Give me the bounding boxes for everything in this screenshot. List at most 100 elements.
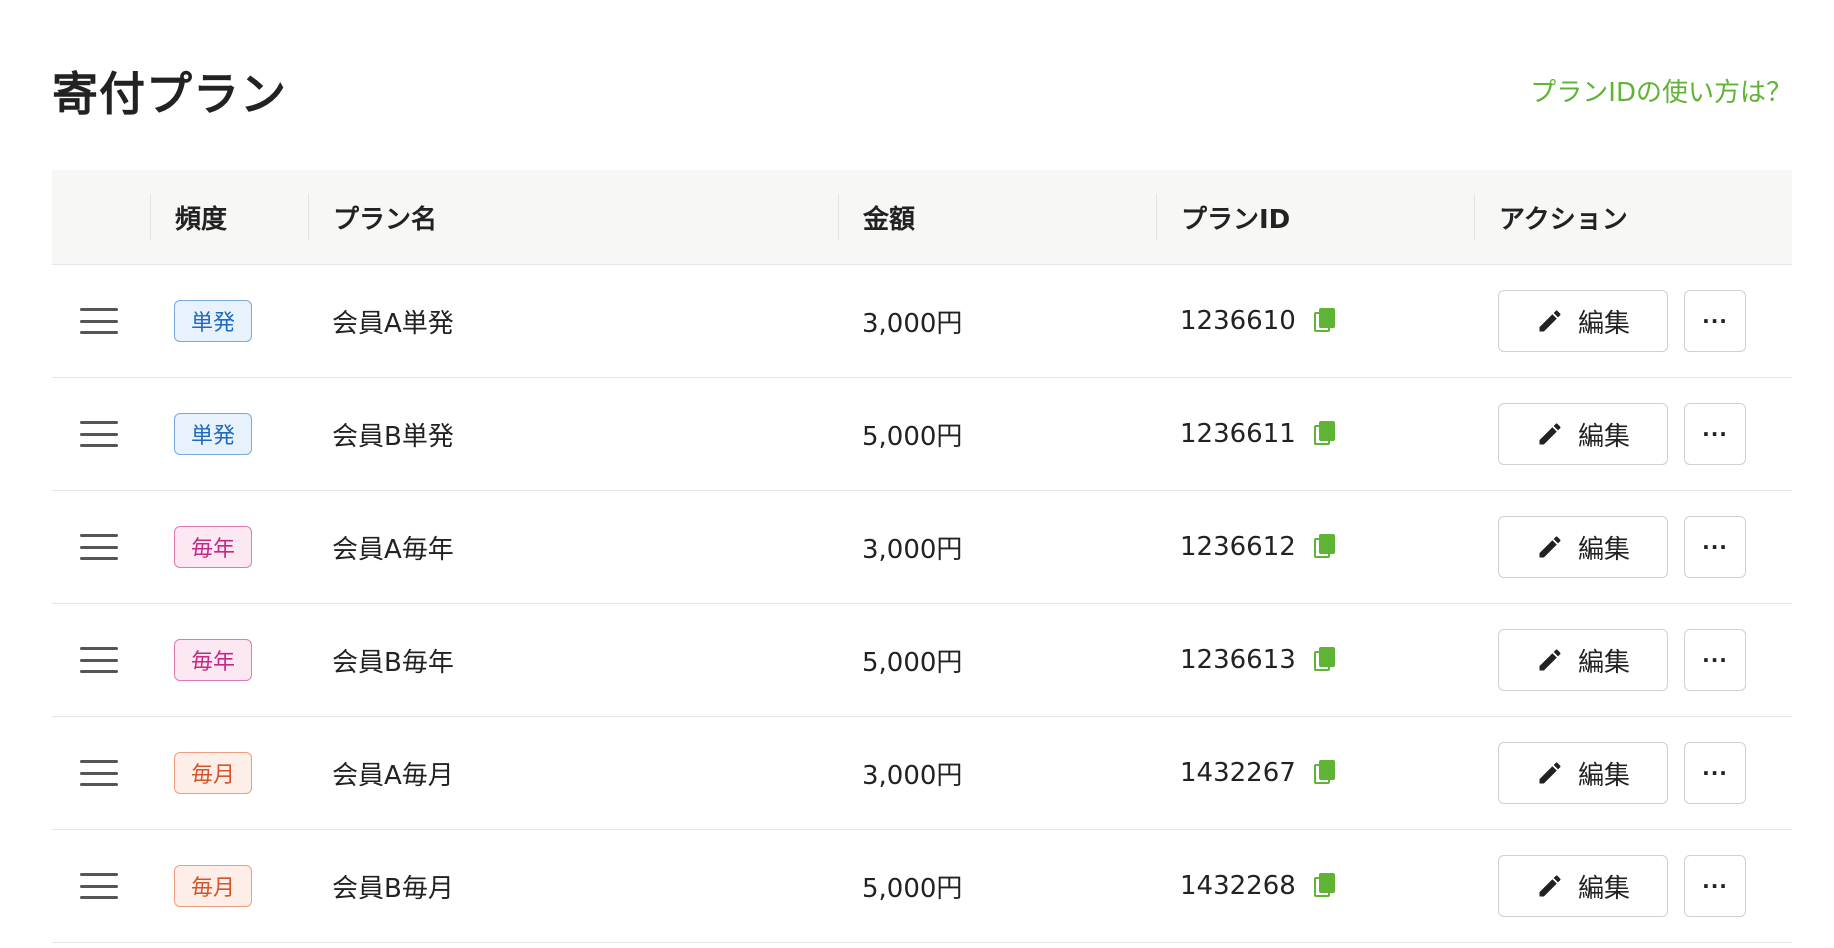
action-cell: 編集 ··· [1474, 742, 1792, 804]
copy-icon[interactable] [1313, 873, 1336, 899]
pencil-icon [1539, 310, 1561, 332]
table-row: 毎月 会員A毎月 3,000円 1432267 編集 ··· [52, 717, 1792, 830]
handle-cell [52, 534, 150, 560]
plan-id-value: 1432267 [1180, 758, 1296, 788]
action-cell: 編集 ··· [1474, 290, 1792, 352]
edit-button[interactable]: 編集 [1498, 742, 1668, 804]
copy-icon[interactable] [1313, 421, 1336, 447]
column-header-frequency: 頻度 [150, 194, 308, 240]
page: 寄付プラン プランIDの使い方は？ 頻度 プラン名 金額 プランID アクション… [52, 0, 1792, 943]
plan-id-cell: 1236612 [1156, 532, 1474, 562]
plan-name-cell: 会員A毎月 [332, 760, 454, 791]
pencil-icon [1539, 536, 1561, 558]
column-header-plan-name: プラン名 [308, 194, 838, 240]
copy-icon[interactable] [1313, 760, 1336, 786]
edit-button[interactable]: 編集 [1498, 290, 1668, 352]
frequency-badge: 単発 [174, 413, 252, 455]
table-row: 毎月 会員B毎月 5,000円 1432268 編集 ··· [52, 830, 1792, 943]
page-title: 寄付プラン [52, 67, 287, 121]
table-row: 毎年 会員B毎年 5,000円 1236613 編集 ··· [52, 604, 1792, 717]
frequency-cell: 毎年 [150, 639, 308, 681]
plan-id-cell: 1432268 [1156, 871, 1474, 901]
drag-handle-icon[interactable] [80, 534, 118, 560]
plan-name-cell: 会員A単発 [332, 308, 454, 339]
drag-handle-icon[interactable] [80, 421, 118, 447]
more-options-button[interactable]: ··· [1684, 290, 1746, 352]
table-body: 単発 会員A単発 3,000円 1236610 編集 ··· 単発 会員B単発 … [52, 265, 1792, 943]
action-cell: 編集 ··· [1474, 855, 1792, 917]
plan-id-value: 1236613 [1180, 645, 1296, 675]
plan-id-cell: 1236613 [1156, 645, 1474, 675]
pencil-icon [1539, 762, 1561, 784]
action-cell: 編集 ··· [1474, 403, 1792, 465]
frequency-badge: 毎月 [174, 752, 252, 794]
copy-icon[interactable] [1313, 308, 1336, 334]
frequency-cell: 毎月 [150, 865, 308, 907]
edit-button-label: 編集 [1577, 421, 1630, 452]
drag-handle-icon[interactable] [80, 308, 118, 334]
handle-cell [52, 760, 150, 786]
table-row: 単発 会員B単発 5,000円 1236611 編集 ··· [52, 378, 1792, 491]
page-header: 寄付プラン プランIDの使い方は？ [52, 0, 1792, 170]
edit-button-label: 編集 [1577, 534, 1630, 565]
plan-name-cell: 会員B毎年 [332, 647, 454, 678]
frequency-cell: 毎月 [150, 752, 308, 794]
frequency-badge: 単発 [174, 300, 252, 342]
column-header-action: アクション [1474, 194, 1792, 240]
edit-button[interactable]: 編集 [1498, 855, 1668, 917]
more-options-button[interactable]: ··· [1684, 516, 1746, 578]
frequency-cell: 単発 [150, 300, 308, 342]
plan-id-value: 1236610 [1180, 306, 1296, 336]
edit-button-label: 編集 [1577, 760, 1630, 791]
pencil-icon [1539, 649, 1561, 671]
edit-button-label: 編集 [1577, 647, 1630, 678]
plan-id-value: 1236612 [1180, 532, 1296, 562]
more-options-button[interactable]: ··· [1684, 742, 1746, 804]
column-header-amount: 金額 [838, 194, 1156, 240]
more-options-button[interactable]: ··· [1684, 855, 1746, 917]
column-header-handle [52, 194, 150, 240]
amount-cell: 5,000円 [862, 873, 963, 904]
drag-handle-icon[interactable] [80, 760, 118, 786]
plan-id-cell: 1236610 [1156, 306, 1474, 336]
amount-cell: 5,000円 [862, 647, 963, 678]
action-cell: 編集 ··· [1474, 629, 1792, 691]
edit-button[interactable]: 編集 [1498, 403, 1668, 465]
plan-name-cell: 会員A毎年 [332, 534, 454, 565]
table-header: 頻度 プラン名 金額 プランID アクション [52, 170, 1792, 265]
frequency-cell: 単発 [150, 413, 308, 455]
column-header-plan-id: プランID [1156, 194, 1474, 240]
plan-name-cell: 会員B毎月 [332, 873, 454, 904]
plans-table: 頻度 プラン名 金額 プランID アクション 単発 会員A単発 3,000円 1… [52, 170, 1792, 943]
plan-id-help-link[interactable]: プランIDの使い方は？ [1530, 72, 1792, 109]
copy-icon[interactable] [1313, 534, 1336, 560]
amount-cell: 5,000円 [862, 421, 963, 452]
frequency-badge: 毎年 [174, 526, 252, 568]
more-options-button[interactable]: ··· [1684, 629, 1746, 691]
handle-cell [52, 873, 150, 899]
handle-cell [52, 647, 150, 673]
drag-handle-icon[interactable] [80, 647, 118, 673]
handle-cell [52, 421, 150, 447]
frequency-cell: 毎年 [150, 526, 308, 568]
edit-button[interactable]: 編集 [1498, 629, 1668, 691]
plan-id-cell: 1236611 [1156, 419, 1474, 449]
amount-cell: 3,000円 [862, 308, 963, 339]
plan-name-cell: 会員B単発 [332, 421, 454, 452]
plan-id-cell: 1432267 [1156, 758, 1474, 788]
edit-button[interactable]: 編集 [1498, 516, 1668, 578]
frequency-badge: 毎年 [174, 639, 252, 681]
handle-cell [52, 308, 150, 334]
more-options-button[interactable]: ··· [1684, 403, 1746, 465]
pencil-icon [1539, 423, 1561, 445]
frequency-badge: 毎月 [174, 865, 252, 907]
action-cell: 編集 ··· [1474, 516, 1792, 578]
drag-handle-icon[interactable] [80, 873, 118, 899]
table-row: 毎年 会員A毎年 3,000円 1236612 編集 ··· [52, 491, 1792, 604]
edit-button-label: 編集 [1577, 308, 1630, 339]
amount-cell: 3,000円 [862, 534, 963, 565]
table-row: 単発 会員A単発 3,000円 1236610 編集 ··· [52, 265, 1792, 378]
plan-id-value: 1432268 [1180, 871, 1296, 901]
copy-icon[interactable] [1313, 647, 1336, 673]
pencil-icon [1539, 875, 1561, 897]
